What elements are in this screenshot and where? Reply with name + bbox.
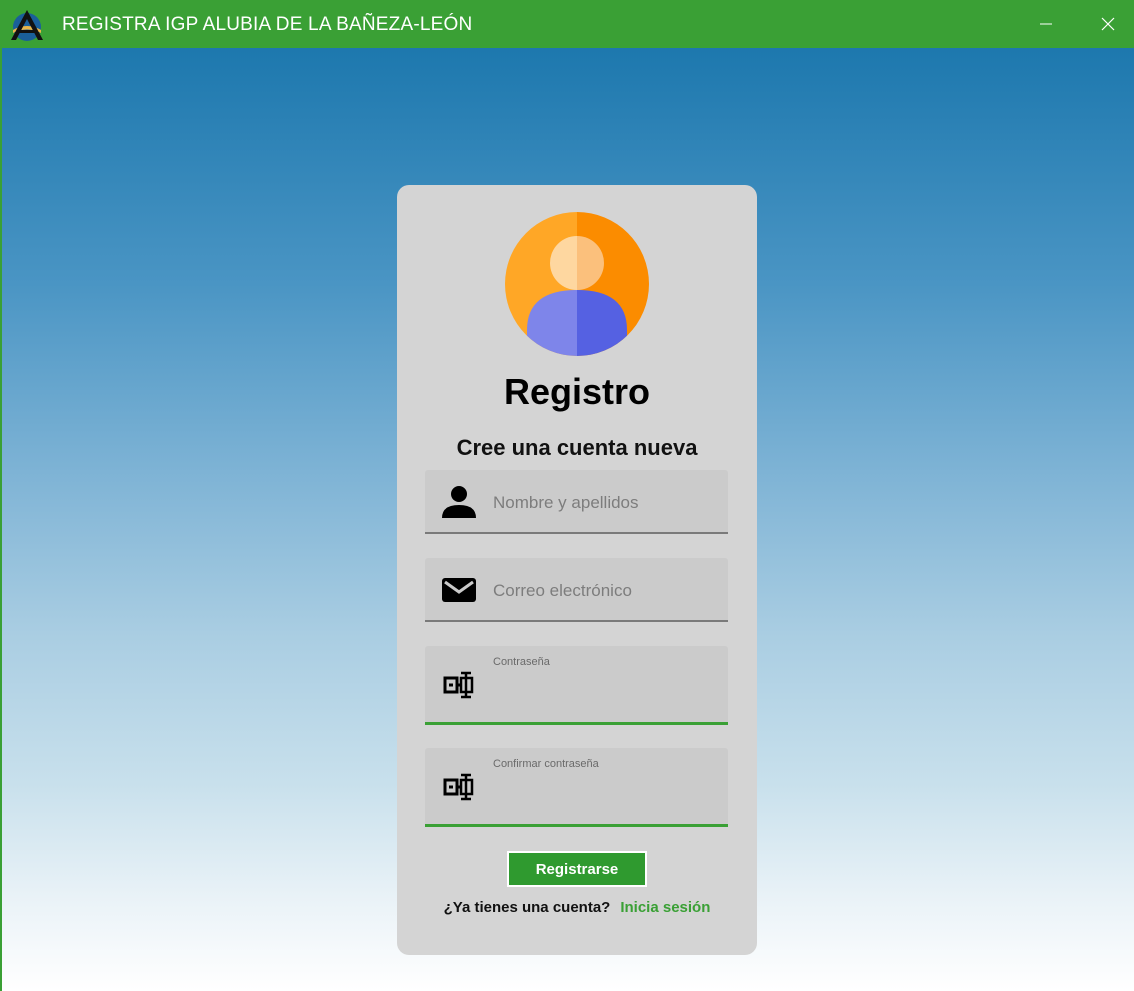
envelope-icon <box>442 578 476 602</box>
register-button[interactable]: Registrarse <box>507 851 647 887</box>
confirm-password-field[interactable]: Confirmar contraseña <box>425 748 728 827</box>
login-prompt: ¿Ya tienes una cuenta? Inicia sesión <box>397 899 757 917</box>
app-window: REGISTRA IGP ALUBIA DE LA BAÑEZA-LEÓN Re… <box>0 0 1134 991</box>
minimize-icon <box>1040 23 1052 25</box>
password-field[interactable]: Contraseña <box>425 646 728 725</box>
name-field[interactable]: Nombre y apellidos <box>425 470 728 534</box>
user-icon <box>442 486 476 518</box>
minimize-button[interactable] <box>1030 8 1062 40</box>
email-placeholder: Correo electrónico <box>493 581 632 600</box>
register-card: Registro Cree una cuenta nueva Nombre y … <box>397 185 757 955</box>
login-question: ¿Ya tienes una cuenta? <box>443 899 611 916</box>
email-field[interactable]: Correo electrónico <box>425 558 728 622</box>
name-placeholder: Nombre y apellidos <box>493 493 639 512</box>
login-link[interactable]: Inicia sesión <box>620 899 710 916</box>
page-subtitle: Cree una cuenta nueva <box>456 435 698 460</box>
window-content: Registro Cree una cuenta nueva Nombre y … <box>2 48 1134 991</box>
password-label: Contraseña <box>493 656 550 668</box>
password-icon <box>443 773 474 801</box>
page-title: Registro <box>503 371 651 412</box>
close-button[interactable] <box>1092 8 1124 40</box>
title-bar[interactable]: REGISTRA IGP ALUBIA DE LA BAÑEZA-LEÓN <box>2 0 1134 48</box>
app-logo-icon <box>11 10 43 41</box>
user-avatar-icon <box>505 212 649 356</box>
password-icon <box>443 671 474 699</box>
window-title: REGISTRA IGP ALUBIA DE LA BAÑEZA-LEÓN <box>62 14 473 35</box>
confirm-password-label: Confirmar contraseña <box>493 758 599 770</box>
close-icon <box>1101 17 1115 31</box>
